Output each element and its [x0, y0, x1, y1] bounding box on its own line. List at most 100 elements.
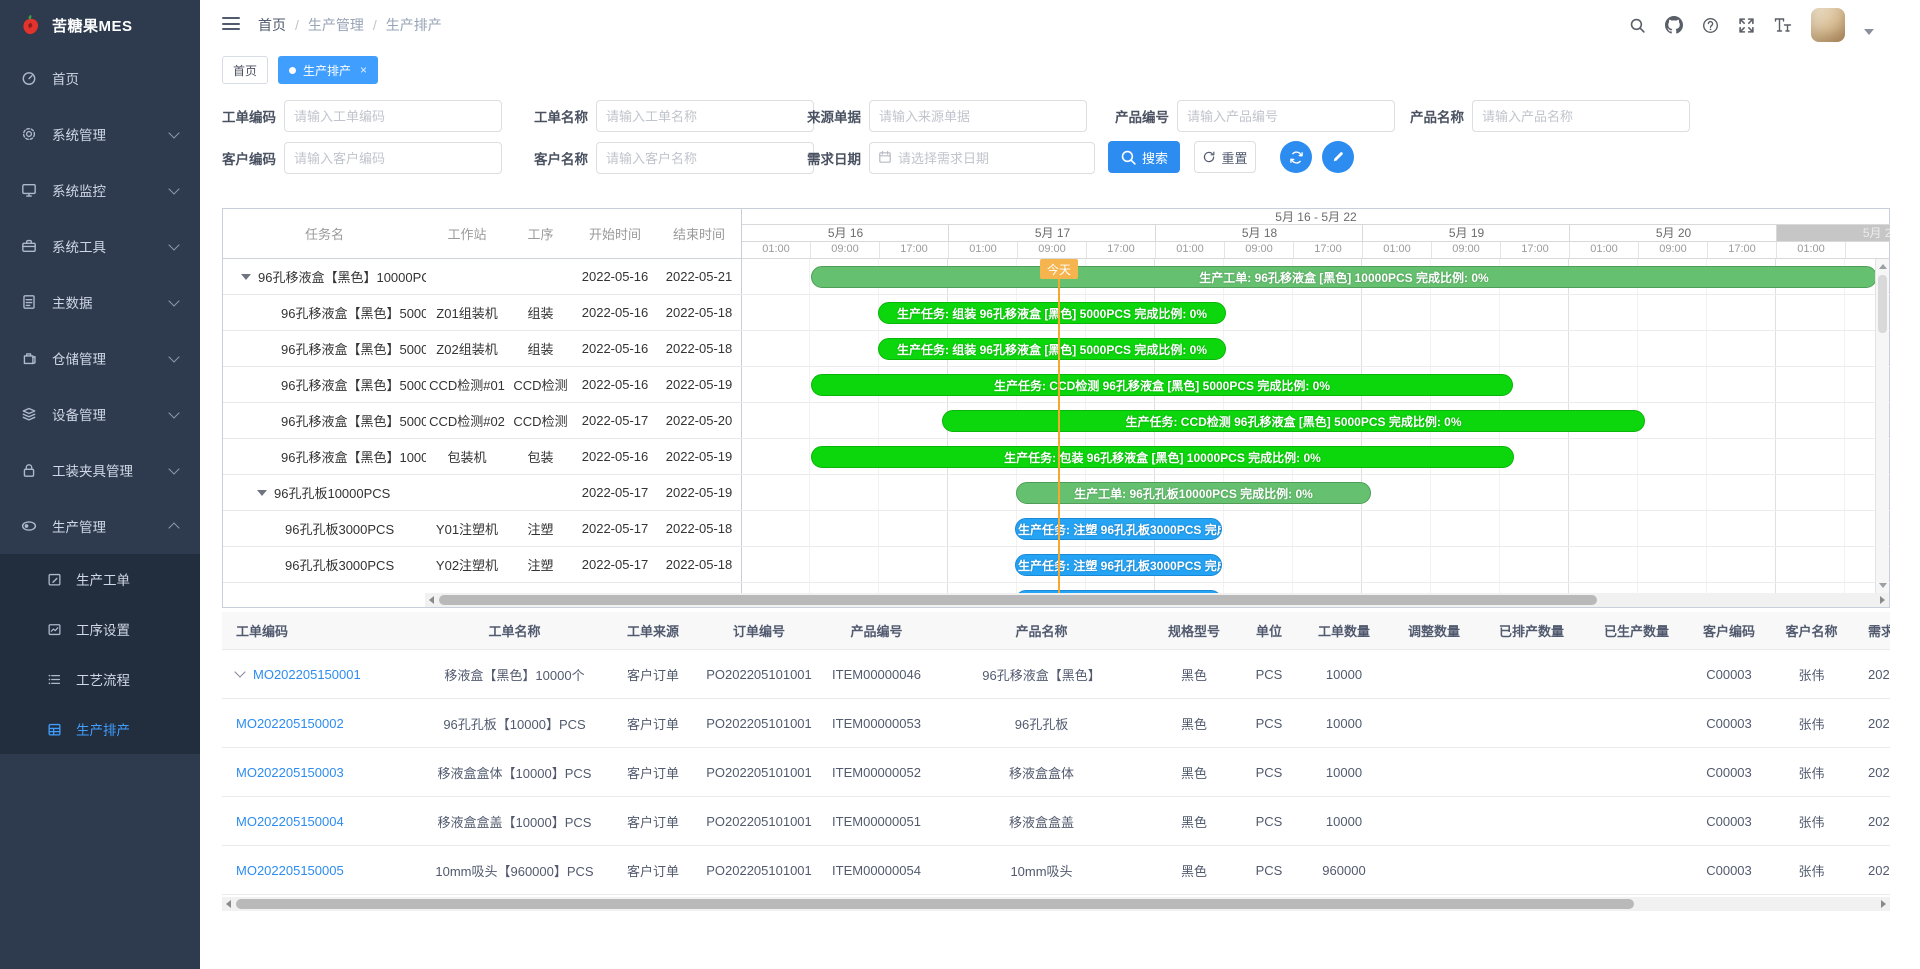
- sidebar-subitem-production-scheduling[interactable]: 生产排产: [0, 704, 200, 754]
- search-button[interactable]: 搜索: [1108, 141, 1180, 173]
- user-caret-icon[interactable]: [1864, 29, 1874, 35]
- menu-item-label: 生产管理: [52, 516, 106, 536]
- gantt-vertical-scrollbar[interactable]: [1875, 259, 1889, 593]
- filter-input-4[interactable]: [1472, 100, 1690, 132]
- filter-input-0[interactable]: [284, 100, 502, 132]
- refresh-gantt-button[interactable]: [1280, 141, 1312, 173]
- strawberry-logo-icon: [18, 13, 42, 37]
- tab-首页[interactable]: 首页: [222, 56, 268, 84]
- gantt-bar[interactable]: 生产工单: 96孔移液盒 [黑色] 10000PCS 完成比例: 0%: [811, 266, 1877, 288]
- filter-input-3[interactable]: [1177, 100, 1395, 132]
- gantt-task-row[interactable]: 96孔移液盒【黑色】5000P Z02组装机 组装 2022-05-16 202…: [223, 331, 741, 367]
- sidebar-item-equipment-mgmt[interactable]: 设备管理: [0, 386, 200, 442]
- filter-input-2[interactable]: [869, 100, 1087, 132]
- collapse-caret-icon[interactable]: [241, 274, 251, 280]
- breadcrumb-item[interactable]: 生产管理: [308, 15, 364, 35]
- sidebar-item-fixture-mgmt[interactable]: 工装夹具管理: [0, 442, 200, 498]
- filter-group: 产品名称: [1410, 100, 1690, 132]
- table-row[interactable]: MO20220515000296孔孔板【10000】PCS客户订单PO20220…: [222, 699, 1890, 748]
- scroll-left-icon[interactable]: [429, 596, 434, 604]
- gantt-bar[interactable]: 生产任务: CCD检测 96孔移液盒 [黑色] 5000PCS 完成比例: 0%: [811, 374, 1513, 396]
- filter-group: 客户名称: [534, 142, 814, 174]
- sidebar-submenu: 生产工单工序设置工艺流程生产排产: [0, 554, 200, 754]
- row-expand-caret-icon[interactable]: [234, 666, 245, 677]
- filter-input-1[interactable]: [596, 100, 814, 132]
- gantt-task-row[interactable]: 96孔移液盒【黑色】5000P CCD检测#02 CCD检测 2022-05-1…: [223, 403, 741, 439]
- collapse-caret-icon[interactable]: [257, 490, 267, 496]
- work-order-link[interactable]: MO202205150004: [236, 814, 344, 829]
- gantt-hour-cell: 01:00: [742, 242, 811, 258]
- table-horizontal-scrollbar[interactable]: [222, 897, 1890, 911]
- tabs-bar: 首页生产排产×: [200, 50, 1920, 91]
- sidebar-collapse-icon[interactable]: [222, 17, 240, 32]
- scroll-left-icon[interactable]: [226, 900, 231, 908]
- edit-schedule-button[interactable]: [1322, 141, 1354, 173]
- sidebar-subitem-process-flow[interactable]: 工艺流程: [0, 654, 200, 704]
- table-row[interactable]: MO202205150004移液盒盒盖【10000】PCS客户订单PO20220…: [222, 797, 1890, 846]
- filter-input-客户名称[interactable]: [596, 142, 814, 174]
- tab-close-icon[interactable]: ×: [360, 63, 367, 77]
- work-order-link[interactable]: MO202205150005: [236, 863, 344, 878]
- scroll-down-icon[interactable]: [1879, 583, 1887, 588]
- scroll-right-icon[interactable]: [1881, 900, 1886, 908]
- gantt-task-row[interactable]: 96孔移液盒【黑色】1000C 包装机 包装 2022-05-16 2022-0…: [223, 439, 741, 475]
- table-row[interactable]: MO202205150001移液盒【黑色】10000个客户订单PO2022051…: [222, 650, 1890, 699]
- gantt-bar[interactable]: 生产任务: CCD检测 96孔移液盒 [黑色] 5000PCS 完成比例: 0%: [942, 410, 1645, 432]
- gantt-task-row[interactable]: 96孔移液盒【黑色】10000PC 2022-05-16 2022-05-21: [223, 259, 741, 295]
- table-row[interactable]: MO202205150003移液盒盒体【10000】PCS客户订单PO20220…: [222, 748, 1890, 797]
- sidebar-item-master-data[interactable]: 主数据: [0, 274, 200, 330]
- task-start: 2022-05-17: [573, 521, 657, 536]
- filter-input-需求日期[interactable]: [869, 142, 1095, 174]
- gantt-task-row[interactable]: 96孔孔板3000PCS Y02注塑机 注塑 2022-05-17 2022-0…: [223, 547, 741, 583]
- gantt-bar[interactable]: 生产工单: 96孔孔板10000PCS 完成比例: 0%: [1016, 482, 1371, 504]
- gantt-task-row[interactable]: 96孔移液盒【黑色】5000P CCD检测#01 CCD检测 2022-05-1…: [223, 367, 741, 403]
- sidebar-item-system-mgmt[interactable]: 系统管理: [0, 106, 200, 162]
- work-order-link[interactable]: MO202205150001: [253, 667, 361, 682]
- work-order-link[interactable]: MO202205150002: [236, 716, 344, 731]
- filter-input-客户编码[interactable]: [284, 142, 502, 174]
- filter-group: 来源单据: [807, 100, 1087, 132]
- gantt-vscroll-thumb[interactable]: [1878, 275, 1887, 333]
- gantt-bar[interactable]: 生产任务: 组装 96孔移液盒 [黑色] 5000PCS 完成比例: 0%: [878, 302, 1226, 324]
- task-start: 2022-05-17: [573, 485, 657, 500]
- github-icon[interactable]: [1665, 16, 1683, 34]
- gantt-bar[interactable]: 生产任务: 包装 96孔移液盒 [黑色] 10000PCS 完成比例: 0%: [811, 446, 1514, 468]
- gantt-bar[interactable]: 生产任务: 组装 96孔移液盒 [黑色] 5000PCS 完成比例: 0%: [878, 338, 1226, 360]
- search-icon[interactable]: [1629, 17, 1646, 34]
- table-hscroll-thumb[interactable]: [236, 899, 1634, 909]
- gantt-task-row[interactable]: 96孔孔板10000PCS 2022-05-17 2022-05-19: [223, 475, 741, 511]
- app-logo[interactable]: 苦糖果MES: [0, 0, 200, 50]
- sidebar-subitem-process-setting[interactable]: 工序设置: [0, 604, 200, 654]
- sidebar-subitem-work-order[interactable]: 生产工单: [0, 554, 200, 604]
- tab-生产排产[interactable]: 生产排产×: [278, 56, 378, 84]
- font-size-icon[interactable]: [1774, 17, 1792, 33]
- sidebar-item-home[interactable]: 首页: [0, 50, 200, 106]
- cell-product_no: ITEM00000052: [819, 748, 934, 796]
- gantt-task-row[interactable]: 96孔移液盒【黑色】5000P Z01组装机 组装 2022-05-16 202…: [223, 295, 741, 331]
- cell-produced: [1584, 846, 1689, 894]
- table-row[interactable]: MO20220515000510mm吸头【960000】PCS客户订单PO202…: [222, 846, 1890, 895]
- gantt-day-row: 5月 165月 175月 185月 195月 205月 21: [742, 225, 1890, 242]
- sidebar-item-production-mgmt[interactable]: 生产管理: [0, 498, 200, 554]
- fullscreen-icon[interactable]: [1738, 17, 1755, 34]
- gantt-bar[interactable]: 生产任务: 注塑 96孔孔板3000PCS 完成比例: 0%: [1015, 518, 1222, 540]
- scroll-up-icon[interactable]: [1879, 264, 1887, 269]
- gantt-bar[interactable]: 生产任务: 注塑 96孔孔板3000PCS 完成比例: 0%: [1015, 554, 1222, 576]
- gantt-task-row[interactable]: 96孔孔板3000PCS Y01注塑机 注塑 2022-05-17 2022-0…: [223, 511, 741, 547]
- reset-button[interactable]: 重置: [1194, 141, 1256, 173]
- help-icon[interactable]: [1702, 17, 1719, 34]
- breadcrumb-item[interactable]: 首页: [258, 15, 286, 35]
- today-label: 今天: [1040, 259, 1078, 279]
- sidebar-item-warehouse-mgmt[interactable]: 仓储管理: [0, 330, 200, 386]
- sidebar-item-system-monitor[interactable]: 系统监控: [0, 162, 200, 218]
- gantt-bar-label: 生产任务: 包装 96孔移液盒 [黑色] 10000PCS 完成比例: 0%: [1004, 449, 1321, 466]
- app-title: 苦糖果MES: [52, 15, 133, 36]
- gantt-horizontal-scrollbar[interactable]: [425, 593, 1889, 607]
- user-avatar[interactable]: [1811, 8, 1845, 42]
- column-header-code: 工单编码: [222, 612, 422, 649]
- sidebar-item-system-tools[interactable]: 系统工具: [0, 218, 200, 274]
- gantt-hscroll-thumb[interactable]: [439, 595, 1597, 605]
- work-order-link[interactable]: MO202205150003: [236, 765, 344, 780]
- gantt-task-row[interactable]: 96孔孔板3000PCS Y03注塑机 注塑 2022-05-17 2022-0…: [223, 583, 741, 593]
- scroll-right-icon[interactable]: [1880, 596, 1885, 604]
